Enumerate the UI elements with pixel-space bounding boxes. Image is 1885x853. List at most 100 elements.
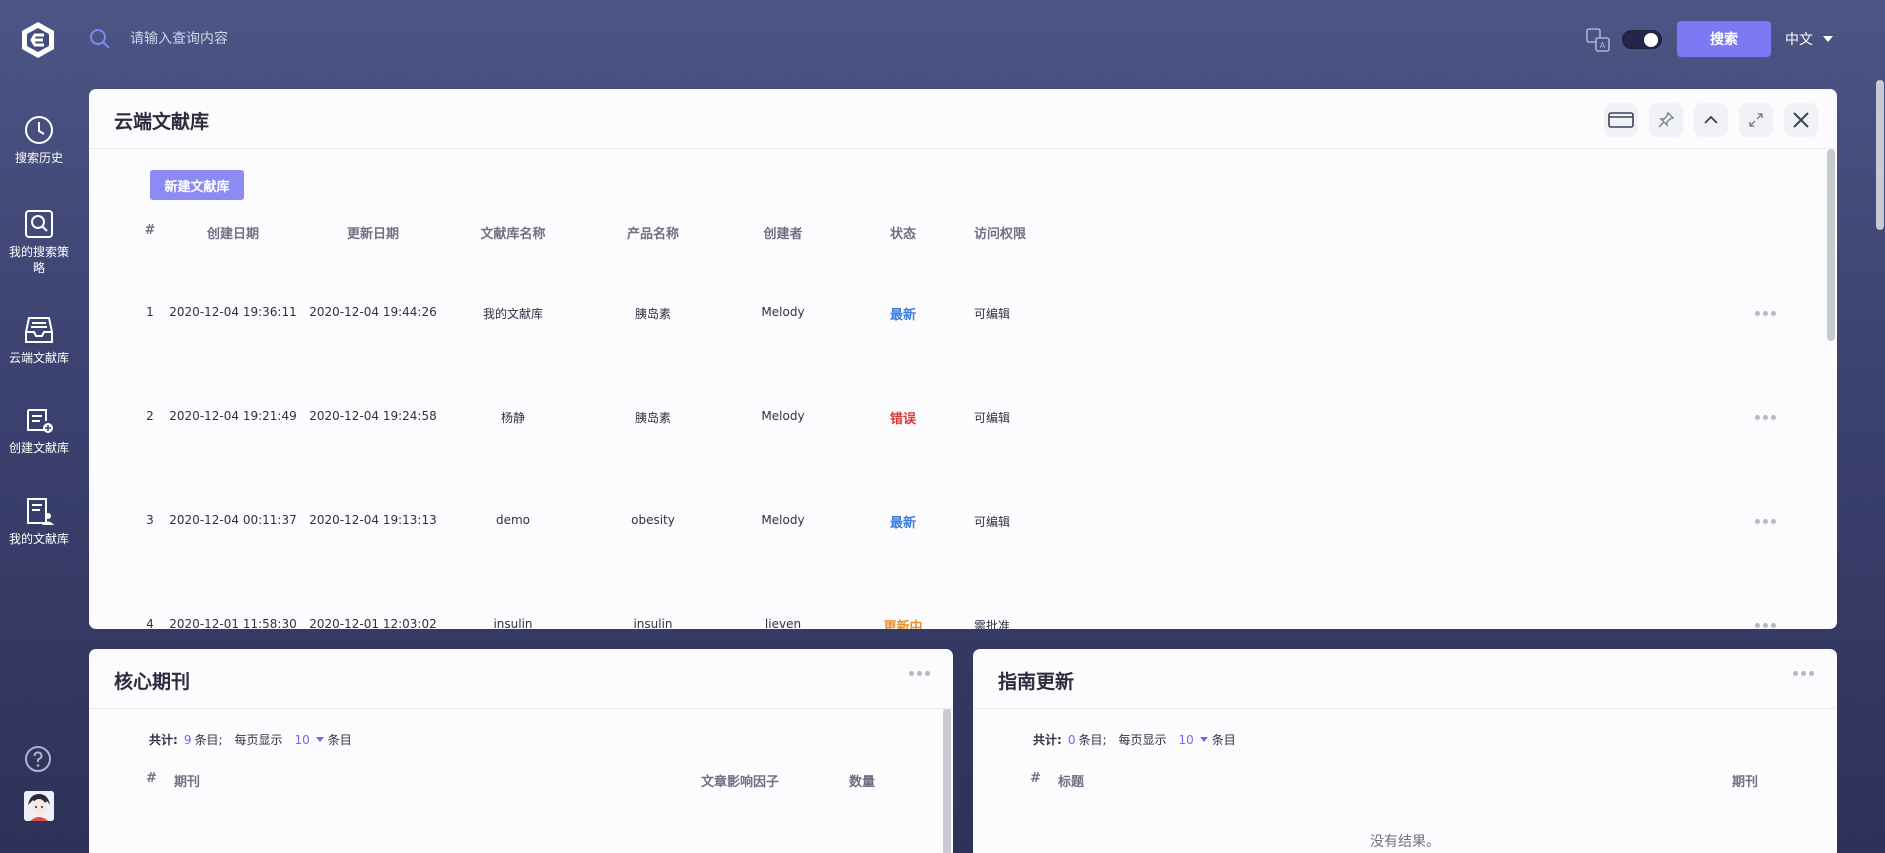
sidebar-item-search-history[interactable]: 搜索历史	[0, 114, 78, 166]
search-icon[interactable]	[88, 27, 112, 51]
creator: Melody	[761, 513, 805, 527]
column-header[interactable]: 数量	[849, 771, 875, 790]
items-unit: 条目;	[1078, 733, 1107, 747]
library-name[interactable]: 杨静	[501, 409, 525, 426]
access-permission: 可编辑	[974, 307, 1011, 321]
access-permission: 需批准	[974, 619, 1011, 629]
sidebar-item-search-strategy[interactable]: 我的搜索策略	[0, 208, 78, 276]
panel-title: 核心期刊	[114, 671, 191, 693]
panel-header: 云端文献库	[89, 89, 1837, 149]
per-page-select[interactable]: 10	[1179, 733, 1208, 747]
svg-text:A: A	[1600, 41, 1606, 50]
sidebar-item-label: 云端文献库	[8, 351, 69, 365]
chevron-down-icon	[1199, 737, 1208, 742]
library-name[interactable]: 我的文献库	[483, 305, 543, 322]
column-header[interactable]: 创建者	[763, 223, 802, 242]
create-library-icon	[27, 409, 53, 433]
row-number: 4	[146, 617, 154, 629]
column-header: #	[146, 771, 157, 786]
chevron-down-icon	[1823, 36, 1833, 42]
creator: lieven	[764, 617, 802, 629]
translate-icon[interactable]: A	[1585, 27, 1611, 53]
search-button[interactable]: 搜索	[1677, 21, 1771, 57]
column-header[interactable]: 标题	[1058, 771, 1084, 790]
row-more-icon[interactable]	[1755, 519, 1779, 525]
help-icon[interactable]	[24, 745, 52, 773]
chevron-up-icon	[1704, 115, 1718, 124]
panel-title: 指南更新	[998, 671, 1075, 693]
expand-button[interactable]	[1739, 103, 1773, 137]
theme-toggle[interactable]	[1622, 30, 1662, 49]
created-date: 2020-12-04 00:11:37	[169, 513, 297, 527]
scrollbar[interactable]	[943, 709, 951, 853]
column-header[interactable]: 期刊	[174, 771, 200, 790]
column-header[interactable]: 更新日期	[347, 223, 399, 242]
creator: Melody	[761, 409, 805, 423]
panel-more-icon[interactable]	[909, 671, 933, 677]
total-count: 0	[1067, 732, 1076, 747]
card-icon	[1608, 112, 1634, 128]
panel-header: 指南更新	[973, 649, 1837, 709]
column-header[interactable]: 文章影响因子	[701, 771, 779, 790]
sidebar-item-my-library[interactable]: 我的文献库	[0, 495, 78, 547]
search-strategy-icon	[25, 210, 53, 238]
pagination-summary: 共计: 0 条目; 每页显示 10 条目	[1033, 731, 1236, 748]
pin-button[interactable]	[1649, 103, 1683, 137]
items-unit: 条目;	[194, 733, 223, 747]
updated-date: 2020-12-04 19:13:13	[309, 513, 437, 527]
sidebar-item-label: 创建文献库	[8, 441, 69, 455]
column-header[interactable]: 访问权限	[974, 223, 1026, 242]
product-name: 胰岛素	[634, 307, 672, 321]
total-label: 共计:	[149, 733, 178, 747]
per-page-unit: 条目	[1211, 733, 1236, 747]
per-page-value: 10	[1178, 732, 1194, 747]
row-more-icon[interactable]	[1755, 415, 1779, 421]
product-name: obesity	[631, 513, 675, 527]
language-selector[interactable]: 中文	[1785, 29, 1833, 49]
page-scrollbar[interactable]	[1876, 80, 1884, 230]
column-header[interactable]: 状态	[890, 223, 916, 242]
inbox-icon	[25, 317, 53, 343]
per-page-label: 每页显示	[1118, 733, 1167, 747]
sidebar-item-cloud-library[interactable]: 云端文献库	[0, 314, 78, 366]
new-library-button[interactable]: 新建文献库	[150, 170, 244, 200]
pin-icon	[1658, 111, 1675, 128]
status-badge: 最新	[889, 308, 917, 323]
panel-more-icon[interactable]	[1793, 671, 1817, 677]
row-more-icon[interactable]	[1755, 623, 1779, 629]
column-header[interactable]: 创建日期	[207, 223, 259, 242]
collapse-button[interactable]	[1694, 103, 1728, 137]
created-date: 2020-12-04 19:21:49	[169, 409, 297, 423]
row-number: 1	[146, 305, 154, 319]
search-input[interactable]	[130, 24, 550, 54]
column-header[interactable]: 产品名称	[627, 223, 679, 242]
chevron-down-icon	[315, 737, 324, 742]
status-badge: 错误	[889, 412, 917, 427]
total-count: 9	[183, 732, 192, 747]
row-more-icon[interactable]	[1755, 311, 1779, 317]
library-name[interactable]: demo	[496, 513, 530, 527]
scrollbar[interactable]	[1827, 149, 1835, 629]
expand-icon	[1749, 113, 1763, 127]
created-date: 2020-12-01 11:58:30	[169, 617, 297, 629]
per-page-select[interactable]: 10	[295, 733, 324, 747]
empty-message: 没有结果。	[1370, 834, 1440, 850]
close-icon	[1793, 112, 1809, 128]
row-number: 2	[146, 409, 154, 423]
avatar[interactable]	[24, 791, 54, 821]
close-button[interactable]	[1784, 103, 1818, 137]
column-header: #	[1030, 771, 1041, 786]
user-library-icon	[27, 498, 54, 525]
library-name[interactable]: insulin	[493, 617, 532, 629]
card-view-button[interactable]	[1604, 103, 1638, 137]
created-date: 2020-12-04 19:36:11	[169, 305, 297, 319]
status-badge: 最新	[889, 516, 917, 531]
clock-icon	[25, 116, 53, 144]
row-number: 3	[146, 513, 154, 527]
column-header[interactable]: 文献库名称	[480, 223, 545, 242]
access-permission: 可编辑	[974, 411, 1011, 425]
sidebar-item-create-library[interactable]: 创建文献库	[0, 404, 78, 456]
panel-header: 核心期刊	[89, 649, 953, 709]
column-header[interactable]: 期刊	[1732, 771, 1758, 790]
sidebar-item-label: 我的搜索策略	[8, 245, 69, 275]
